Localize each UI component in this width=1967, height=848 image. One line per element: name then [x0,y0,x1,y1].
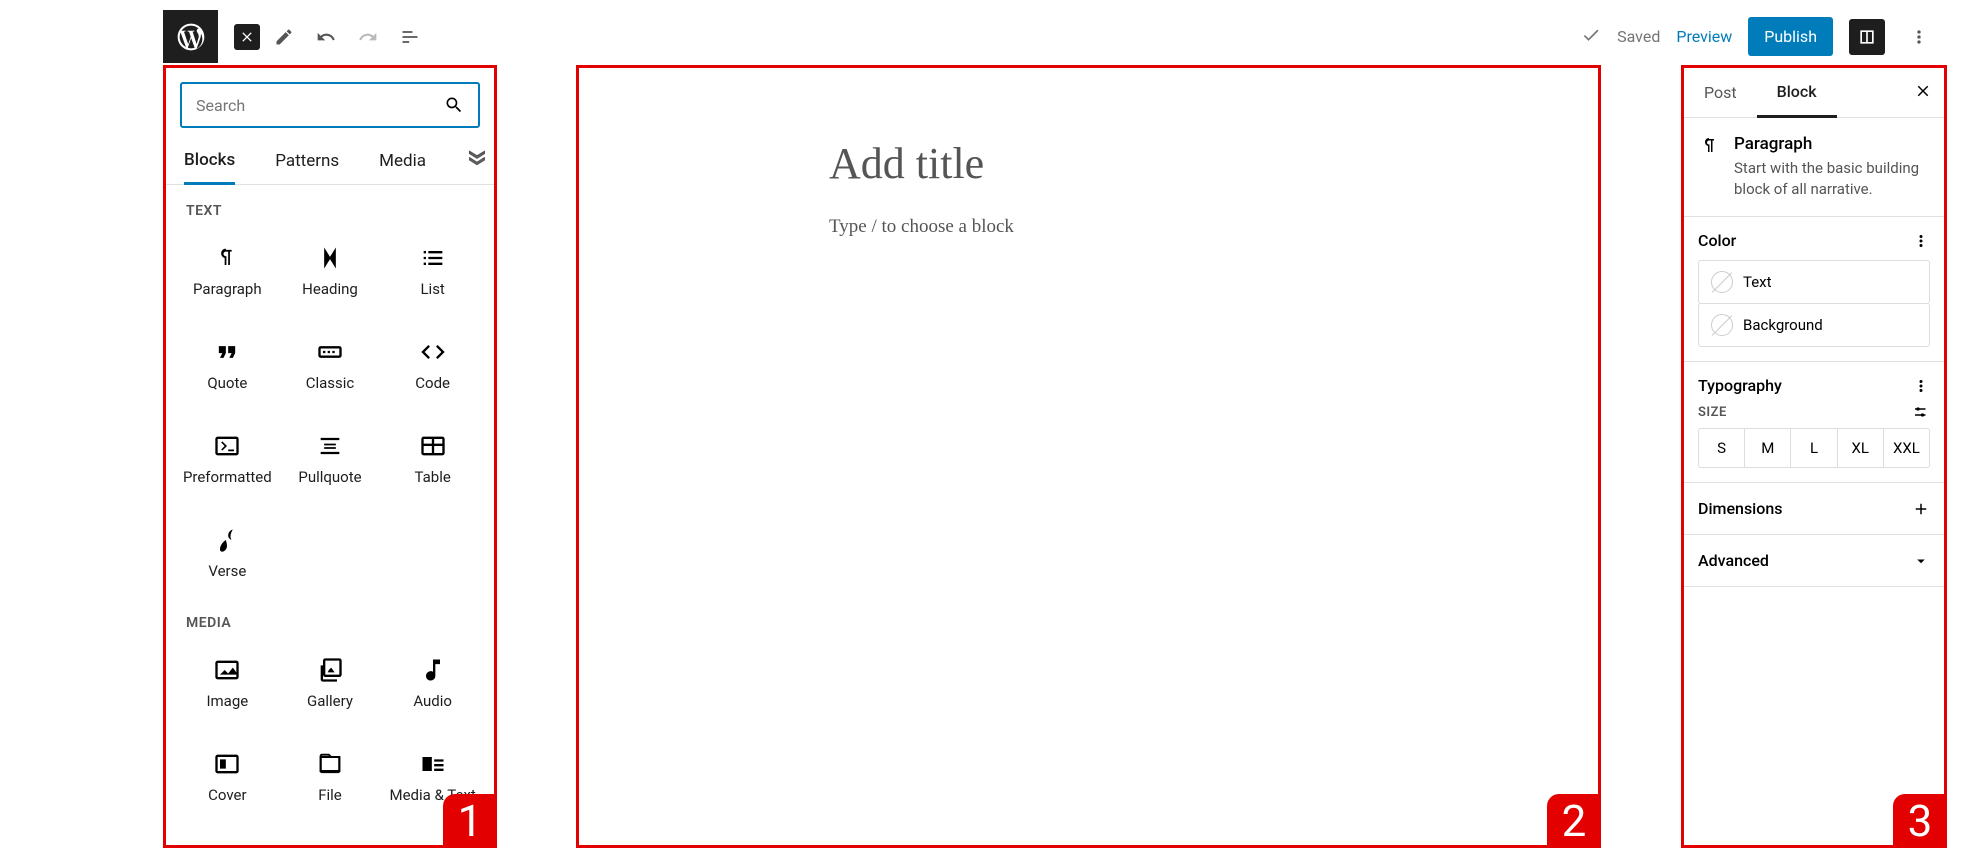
block-info: Paragraph Start with the basic building … [1684,118,1944,217]
color-text-button[interactable]: Text [1698,260,1930,304]
close-inserter-button[interactable] [234,24,260,50]
block-preformatted[interactable]: Preformatted [176,415,279,503]
tab-post[interactable]: Post [1684,69,1757,116]
color-options-icon[interactable] [1912,232,1930,250]
pattern-explorer-icon[interactable] [466,148,488,174]
dimensions-panel[interactable]: Dimensions [1684,483,1944,535]
search-icon [444,95,464,115]
tab-media[interactable]: Media [379,139,426,183]
size-button-group: S M L XL XXL [1698,428,1930,468]
settings-panel-toggle[interactable] [1849,19,1885,55]
chevron-down-icon [1912,552,1930,570]
size-xxl[interactable]: XXL [1884,429,1929,467]
section-header-media: MEDIA [166,597,494,639]
block-classic[interactable]: Classic [279,321,382,409]
section-header-text: TEXT [166,185,494,227]
search-input[interactable] [196,96,444,115]
close-sidebar-icon[interactable] [1914,82,1932,104]
tab-blocks[interactable]: Blocks [184,138,235,185]
sidebar-tabs: Post Block [1684,68,1944,118]
settings-sidebar: Post Block Paragraph Start with the basi… [1681,65,1947,848]
color-background-button[interactable]: Background [1698,303,1930,347]
block-paragraph[interactable]: Paragraph [176,227,279,315]
typography-panel: Typography SIZE S M L XL XXL [1684,362,1944,483]
search-input-wrapper[interactable] [180,82,480,128]
size-settings-icon[interactable] [1912,403,1930,421]
size-xl[interactable]: XL [1838,429,1884,467]
block-pullquote[interactable]: Pullquote [279,415,382,503]
post-title-input[interactable]: Add title [829,138,984,189]
tab-block[interactable]: Block [1757,68,1837,118]
block-verse[interactable]: Verse [176,509,279,597]
preview-button[interactable]: Preview [1676,27,1732,46]
block-placeholder[interactable]: Type / to choose a block [829,216,1014,238]
saved-check-icon [1581,25,1601,49]
block-cover[interactable]: Cover [176,733,279,821]
color-label: Color [1698,231,1736,250]
annotation-2: 2 [1547,794,1601,848]
block-code[interactable]: Code [381,321,484,409]
block-list[interactable]: List [381,227,484,315]
redo-icon [350,19,386,55]
block-name: Paragraph [1734,134,1930,154]
annotation-1: 1 [443,794,497,848]
plus-icon [1912,500,1930,518]
publish-button[interactable]: Publish [1748,17,1833,56]
size-l[interactable]: L [1791,429,1837,467]
editor-toolbar: Saved Preview Publish [163,10,1937,63]
block-video[interactable] [176,827,279,846]
block-file[interactable]: File [279,733,382,821]
tab-patterns[interactable]: Patterns [275,139,339,183]
block-gallery[interactable]: Gallery [279,639,382,727]
undo-icon[interactable] [308,19,344,55]
document-overview-icon[interactable] [392,19,428,55]
typography-label: Typography [1698,376,1782,395]
block-audio[interactable]: Audio [381,639,484,727]
block-image[interactable]: Image [176,639,279,727]
block-inserter-panel: Blocks Patterns Media TEXT Paragraph Hea… [163,65,497,848]
color-panel: Color Text Background [1684,217,1944,362]
size-m[interactable]: M [1745,429,1791,467]
advanced-panel[interactable]: Advanced [1684,535,1944,587]
typography-options-icon[interactable] [1912,377,1930,395]
background-color-swatch [1711,314,1733,336]
size-label: SIZE [1698,405,1727,420]
more-options-icon[interactable] [1901,19,1937,55]
block-quote[interactable]: Quote [176,321,279,409]
edit-icon[interactable] [266,19,302,55]
paragraph-icon [1698,134,1722,158]
annotation-3: 3 [1893,794,1947,848]
wordpress-logo[interactable] [163,10,218,63]
editor-canvas[interactable]: Add title Type / to choose a block 2 [576,65,1601,848]
size-s[interactable]: S [1699,429,1745,467]
block-table[interactable]: Table [381,415,484,503]
inserter-tabs: Blocks Patterns Media [166,138,494,185]
saved-label: Saved [1617,27,1660,46]
text-color-swatch [1711,271,1733,293]
block-description: Start with the basic building block of a… [1734,158,1930,200]
block-heading[interactable]: Heading [279,227,382,315]
